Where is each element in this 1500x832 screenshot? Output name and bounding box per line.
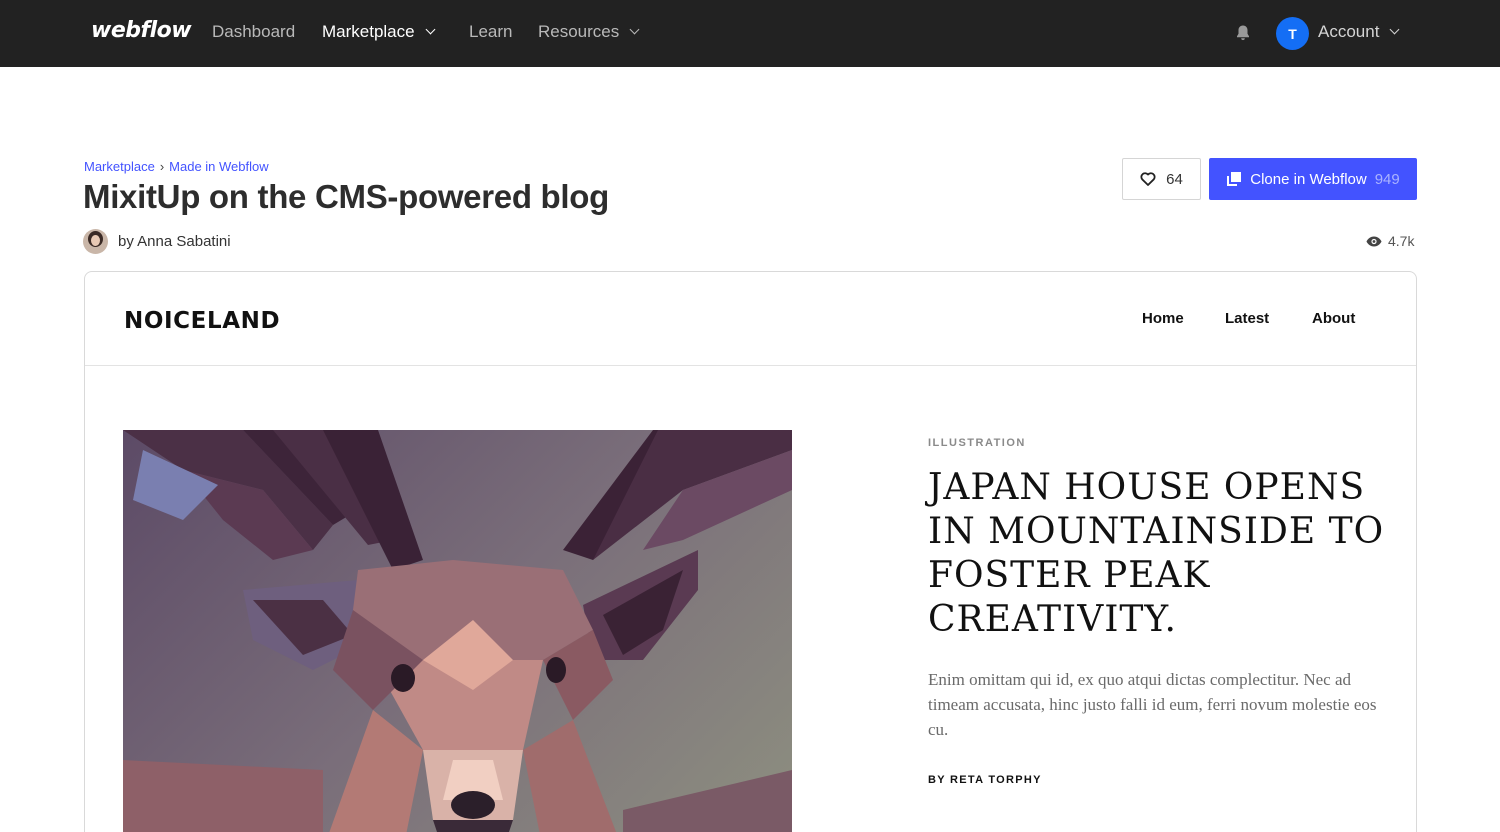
clone-label: Clone in Webflow bbox=[1250, 170, 1367, 188]
article-excerpt: Enim omittam qui id, ex quo atqui dictas… bbox=[928, 670, 1377, 739]
breadcrumb-marketplace[interactable]: Marketplace bbox=[84, 159, 155, 174]
breadcrumb-made-in-webflow[interactable]: Made in Webflow bbox=[169, 159, 268, 174]
chevron-down-icon bbox=[629, 24, 640, 35]
eye-icon bbox=[1366, 236, 1382, 246]
like-count: 64 bbox=[1166, 170, 1183, 188]
page-title: MixitUp on the CMS-powered blog bbox=[83, 178, 609, 215]
nav-dashboard[interactable]: Dashboard bbox=[212, 22, 295, 42]
preview-nav-home[interactable]: Home bbox=[1142, 310, 1184, 327]
heart-icon bbox=[1140, 172, 1156, 186]
user-avatar[interactable]: T bbox=[1276, 17, 1309, 50]
account-label: Account bbox=[1318, 22, 1380, 41]
nav-learn[interactable]: Learn bbox=[469, 22, 512, 42]
article-headline[interactable]: JAPAN HOUSE OPENS IN MOUNTAINSIDE TO FOS… bbox=[928, 466, 1388, 642]
clone-icon bbox=[1227, 172, 1242, 186]
chevron-down-icon bbox=[1389, 24, 1400, 35]
author-avatar[interactable] bbox=[83, 229, 108, 254]
view-count-value: 4.7k bbox=[1388, 233, 1415, 249]
preview-nav-latest[interactable]: Latest bbox=[1225, 310, 1269, 327]
notification-bell-icon[interactable] bbox=[1235, 24, 1251, 42]
clone-count: 949 bbox=[1374, 170, 1400, 188]
author-name[interactable]: by Anna Sabatini bbox=[118, 233, 231, 250]
breadcrumb: Marketplace › Made in Webflow bbox=[84, 159, 269, 174]
chevron-down-icon bbox=[425, 24, 436, 35]
deer-illustration-image[interactable] bbox=[123, 430, 792, 832]
nav-learn-label: Learn bbox=[469, 22, 513, 41]
breadcrumb-separator: › bbox=[159, 159, 165, 174]
site-preview-frame[interactable]: NOICELAND Home Latest About ILLUSTRATION… bbox=[84, 271, 1417, 832]
preview-nav-about[interactable]: About bbox=[1312, 310, 1355, 327]
top-navbar: webflow Dashboard Marketplace Learn Reso… bbox=[0, 0, 1500, 67]
nav-marketplace-label: Marketplace bbox=[322, 22, 415, 41]
author-row: by Anna Sabatini bbox=[83, 229, 231, 254]
preview-site-header: NOICELAND Home Latest About bbox=[85, 272, 1416, 366]
article-byline: BY RETA TORPHY bbox=[928, 774, 1042, 786]
view-count: 4.7k bbox=[1366, 233, 1414, 249]
webflow-logo[interactable]: webflow bbox=[91, 18, 192, 43]
nav-resources[interactable]: Resources bbox=[538, 22, 640, 42]
preview-site-logo[interactable]: NOICELAND bbox=[124, 308, 280, 334]
account-menu[interactable]: Account bbox=[1318, 22, 1400, 42]
nav-resources-label: Resources bbox=[538, 22, 620, 41]
low-poly-deer-illustration bbox=[123, 430, 792, 832]
clone-in-webflow-button[interactable]: Clone in Webflow 949 bbox=[1209, 158, 1417, 200]
like-button[interactable]: 64 bbox=[1122, 158, 1201, 200]
article-category[interactable]: ILLUSTRATION bbox=[928, 437, 1026, 449]
nav-marketplace[interactable]: Marketplace bbox=[322, 22, 436, 42]
nav-dashboard-label: Dashboard bbox=[212, 22, 296, 41]
